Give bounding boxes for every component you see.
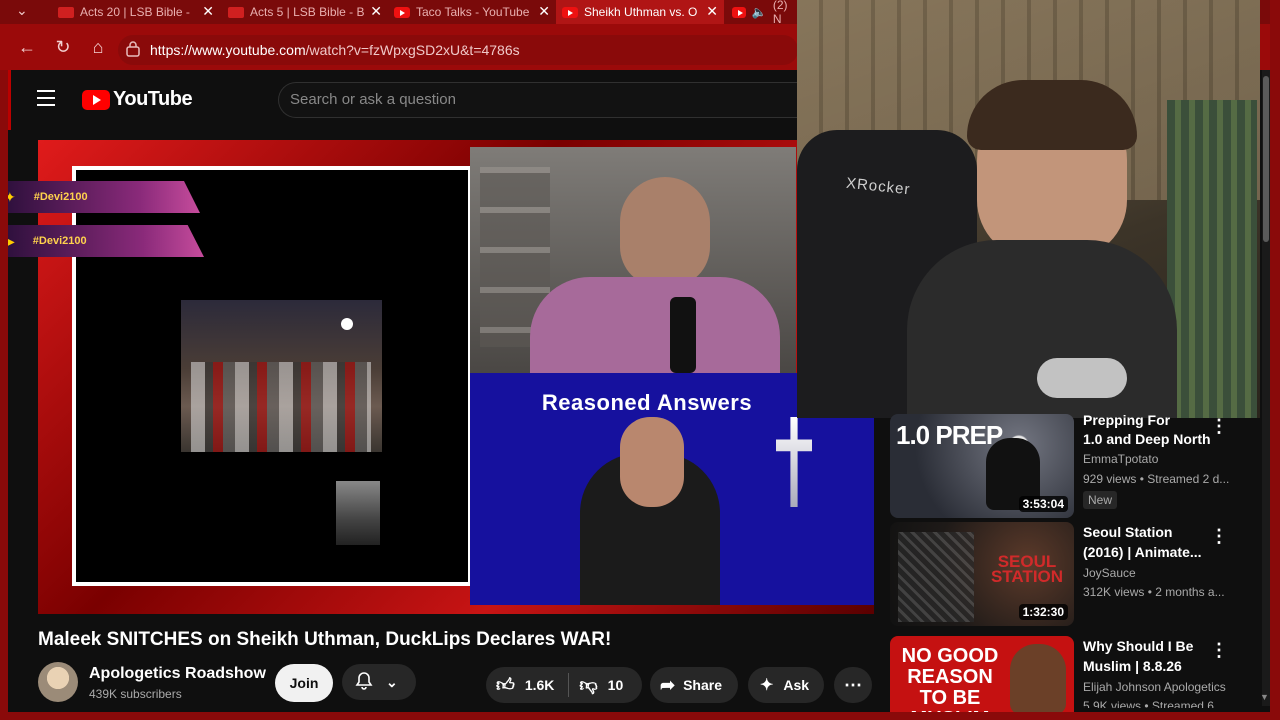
more-actions-button[interactable]: ⋯ bbox=[834, 667, 872, 703]
video-title[interactable]: Why Should I Be bbox=[1083, 636, 1213, 656]
share-label: Share bbox=[683, 677, 723, 693]
new-badge-label: New bbox=[1088, 493, 1113, 507]
tab-sheikh-uthman[interactable]: Sheikh Uthman vs. O ✕ bbox=[556, 0, 724, 24]
window-border bbox=[1270, 0, 1280, 720]
video-title[interactable]: (2016) | Animate... bbox=[1083, 542, 1213, 562]
reasoned-answers-banner: Reasoned Answers bbox=[541, 390, 753, 415]
tab-label: Acts 20 | LSB Bible - bbox=[80, 5, 190, 19]
video-meta: 929 views • Streamed 2 d... bbox=[1083, 472, 1230, 486]
overlay-handle: ▶ #Devi2100 bbox=[0, 225, 204, 257]
video-duration: 3:53:04 bbox=[1018, 496, 1068, 512]
tab-acts-20[interactable]: Acts 20 | LSB Bible - ✕ bbox=[52, 0, 220, 24]
youtube-logo-text: YouTube bbox=[113, 88, 193, 110]
more-vert-icon[interactable]: ⋮ bbox=[1210, 640, 1228, 661]
new-badge: New bbox=[1083, 491, 1118, 509]
tab-label: Taco Talks - YouTube bbox=[416, 5, 530, 19]
overlay-handle-text: #Devi2100 bbox=[32, 235, 87, 247]
tab-label: Sheikh Uthman vs. O bbox=[584, 5, 698, 19]
webcam-streamer bbox=[797, 0, 1260, 418]
subscriber-count: 439K subscribers bbox=[89, 687, 182, 701]
close-icon[interactable]: ✕ bbox=[202, 3, 214, 20]
video-title[interactable]: 1.0 and Deep North bbox=[1083, 429, 1223, 449]
group-photo bbox=[181, 300, 382, 452]
small-photo bbox=[336, 481, 380, 545]
youtube-play-icon bbox=[82, 89, 110, 110]
channel-name[interactable]: Apologetics Roadshow bbox=[89, 665, 266, 683]
video-channel[interactable]: JoySauce bbox=[1083, 566, 1136, 580]
sparkle-icon: ✦ bbox=[760, 677, 774, 694]
tab-acts-5[interactable]: Acts 5 | LSB Bible - B ✕ bbox=[222, 0, 388, 24]
url-text: https://www.youtube.com/watch?v=fzWpxgSD… bbox=[150, 42, 520, 58]
tab-notifications[interactable]: 🔈 (2) N bbox=[726, 0, 796, 26]
tab-label: (2) N bbox=[772, 0, 788, 26]
search-placeholder: Search or ask a question bbox=[290, 91, 456, 108]
scroll-down-icon[interactable]: ▼ bbox=[1260, 692, 1269, 702]
window-border bbox=[0, 70, 8, 720]
video-title[interactable]: Seoul Station bbox=[1083, 522, 1213, 542]
like-dislike-group: 👍︎ 1.6K 👎︎ 10 bbox=[486, 667, 642, 703]
thumbs-down-icon: 👎︎ bbox=[579, 675, 598, 695]
thumbnail-text: NO GOOD REASON TO BE MUSLIM bbox=[901, 645, 999, 713]
tab-menu-chevron-icon[interactable]: ⌄ bbox=[16, 2, 28, 19]
close-icon[interactable]: ✕ bbox=[538, 3, 550, 20]
bible-icon bbox=[228, 6, 244, 18]
more-vert-icon[interactable]: ⋮ bbox=[1210, 416, 1228, 437]
video-thumbnail[interactable]: SEOUL STATION 1:32:30 bbox=[890, 522, 1074, 626]
video-channel[interactable]: Elijah Johnson Apologetics bbox=[1083, 680, 1226, 694]
youtube-icon bbox=[562, 6, 578, 18]
tab-label: Acts 5 | LSB Bible - B bbox=[250, 5, 365, 19]
dislike-button[interactable]: 👎︎ 10 bbox=[569, 674, 623, 696]
video-title-partial[interactable]: Prepping For bbox=[1083, 410, 1213, 430]
youtube-icon bbox=[394, 6, 410, 18]
hamburger-menu-icon[interactable] bbox=[37, 90, 55, 106]
like-button[interactable]: 👍︎ 1.6K bbox=[486, 674, 554, 696]
dislike-count: 10 bbox=[607, 677, 624, 693]
more-vert-icon[interactable]: ⋮ bbox=[1210, 526, 1228, 547]
ask-label: Ask bbox=[783, 677, 810, 693]
close-icon[interactable]: ✕ bbox=[706, 3, 718, 20]
video-thumbnail[interactable]: 1.0 PREP 3:53:04 bbox=[890, 414, 1074, 518]
chevron-down-icon: ⌄ bbox=[386, 673, 398, 690]
tab-taco-talks[interactable]: Taco Talks - YouTube ✕ bbox=[388, 0, 556, 24]
video-meta: 312K views • 2 months a... bbox=[1083, 585, 1225, 599]
thumbnail-text: SEOUL STATION bbox=[990, 552, 1064, 586]
speaker-icon[interactable]: 🔈 bbox=[752, 5, 767, 19]
ask-button[interactable]: ✦ Ask bbox=[748, 667, 824, 703]
overlay-handle-text: #Devi2100 bbox=[33, 191, 88, 203]
join-label: Join bbox=[289, 675, 319, 691]
video-meta: 5.9K views • Streamed 6... bbox=[1083, 699, 1224, 708]
window-border bbox=[0, 712, 1280, 720]
youtube-icon bbox=[732, 6, 746, 18]
back-arrow-icon[interactable]: ← bbox=[14, 34, 40, 60]
video-thumbnail[interactable]: NO GOOD REASON TO BE MUSLIM bbox=[890, 636, 1074, 712]
bell-icon bbox=[354, 671, 374, 694]
more-horiz-icon: ⋯ bbox=[844, 674, 862, 695]
channel-avatar[interactable] bbox=[38, 662, 78, 702]
webcam-host bbox=[470, 147, 796, 373]
thumbnail-text: 1.0 PREP bbox=[896, 420, 1003, 450]
overlay-handle: ✦ #Devi2100 bbox=[0, 181, 200, 213]
bible-icon bbox=[58, 6, 74, 18]
share-button[interactable]: ➦ Share bbox=[650, 667, 738, 703]
close-icon[interactable]: ✕ bbox=[370, 3, 382, 20]
home-icon[interactable]: ⌂ bbox=[85, 34, 111, 60]
video-channel[interactable]: EmmaTpotato bbox=[1083, 452, 1158, 466]
join-button[interactable]: Join bbox=[275, 664, 333, 702]
video-duration: 1:32:30 bbox=[1018, 604, 1068, 620]
thumbs-up-icon: 👍︎ bbox=[496, 675, 515, 695]
like-count: 1.6K bbox=[524, 677, 555, 693]
video-title: Maleek SNITCHES on Sheikh Uthman, DuckLi… bbox=[38, 629, 612, 650]
reload-icon[interactable]: ↻ bbox=[50, 34, 76, 60]
youtube-logo[interactable]: YouTube bbox=[82, 88, 193, 111]
scrollbar-thumb[interactable] bbox=[1263, 76, 1269, 242]
site-info-icon[interactable] bbox=[126, 41, 140, 57]
share-icon: ➦ bbox=[660, 674, 676, 695]
video-title[interactable]: Muslim | 8.8.26 bbox=[1083, 656, 1213, 676]
subscribe-notification-button[interactable]: ⌄ bbox=[342, 664, 416, 700]
